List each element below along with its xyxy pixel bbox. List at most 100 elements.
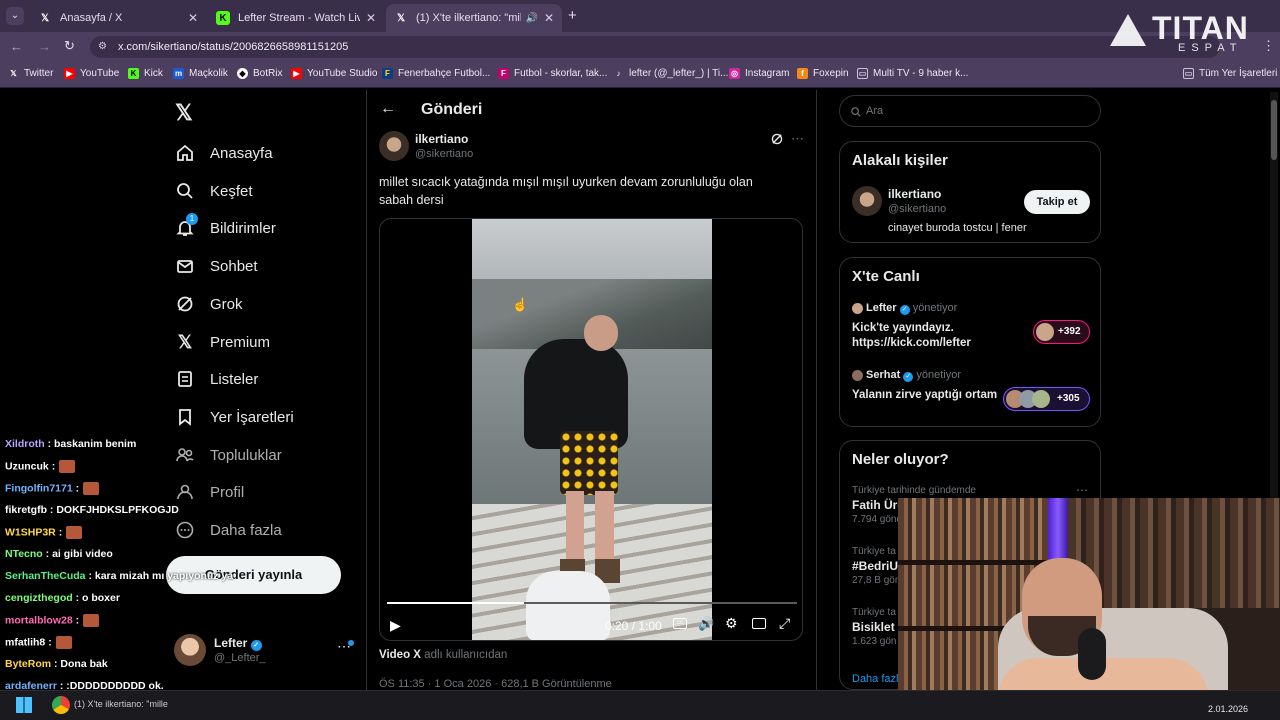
tab-kick[interactable]: K Lefter Stream - Watch Live on K ✕: [208, 4, 384, 32]
mackolik-icon: m: [173, 68, 184, 79]
all-bookmarks[interactable]: ▭ Tüm Yer İşaretleri: [1183, 68, 1277, 79]
picture-in-picture-icon[interactable]: [752, 618, 766, 629]
nav-messages[interactable]: Sohbet: [174, 255, 258, 277]
avatar[interactable]: [852, 186, 882, 216]
person-shorts: [560, 431, 618, 495]
nav-communities[interactable]: Topluluklar: [174, 444, 282, 466]
settings-gear-icon[interactable]: ⚙: [725, 615, 738, 632]
url-text: x.com/sikertiano/status/2006826658981151…: [118, 41, 349, 53]
page-title: Gönderi: [421, 101, 483, 118]
more-dots-icon[interactable]: ⋯: [1076, 483, 1088, 497]
post-avatar[interactable]: [379, 131, 409, 161]
fullscreen-icon[interactable]: ⤢: [779, 615, 790, 632]
nav-label: Grok: [210, 295, 243, 313]
nav-more[interactable]: Daha fazla: [174, 519, 282, 541]
tab-anasayfa[interactable]: 𝕏 Anasayfa / X ✕: [30, 4, 206, 32]
more-dots-icon[interactable]: ⋯: [791, 131, 804, 147]
nav-explore[interactable]: Keşfet: [174, 180, 253, 202]
follow-button[interactable]: Takip et: [1024, 190, 1090, 214]
nav-grok[interactable]: Grok: [174, 293, 243, 315]
nav-notifications[interactable]: 1 Bildirimler: [174, 213, 276, 239]
close-tab-icon[interactable]: ✕: [188, 11, 198, 25]
host-avatar: [852, 370, 863, 381]
emote-icon: [83, 482, 100, 495]
back-arrow-icon[interactable]: ←: [380, 100, 396, 118]
search-bar[interactable]: Ara: [839, 95, 1101, 127]
tab-x-post[interactable]: 𝕏 (1) X'te ilkertiano: "millet sı 🔊 ✕: [386, 4, 562, 32]
emote-icon: [66, 526, 83, 539]
scrollbar-thumb[interactable]: [1271, 100, 1277, 160]
bookmark-youtube-studio[interactable]: ▶ YouTube Studio: [291, 68, 377, 79]
video-player[interactable]: ▶ 0:20 / 1:00 cc 🔊 ⚙ ⤢: [379, 218, 803, 641]
related-handle: @sikertiano: [888, 203, 947, 215]
bookmark-multitv[interactable]: ▭ Multi TV - 9 haber k...: [857, 68, 968, 79]
bookmark-twitter[interactable]: 𝕏 Twitter: [8, 68, 53, 79]
bag-on-dock: [526, 571, 610, 640]
play-icon[interactable]: ▶: [390, 617, 401, 634]
tab-title: Lefter Stream - Watch Live on K: [238, 12, 360, 24]
tab-search-icon[interactable]: ⌄: [6, 7, 24, 25]
taskbar-window-label[interactable]: (1) X'te ilkertiano: "mille: [74, 699, 168, 709]
chat-text: : Dona bak: [54, 658, 108, 670]
chat-text: :: [75, 482, 80, 495]
host-line: Serhat ✓ yönetiyor: [866, 369, 961, 382]
related-name[interactable]: ilkertiano: [888, 187, 941, 201]
video-progress-track[interactable]: [387, 602, 797, 604]
flashscore-icon: F: [498, 68, 509, 79]
bookmark-botrix[interactable]: ◆ BotRix: [237, 68, 282, 79]
site-info-icon[interactable]: ⚙: [98, 36, 107, 58]
foxepin-icon: f: [797, 68, 808, 79]
bookmark-instagram[interactable]: ◎ Instagram: [729, 68, 789, 79]
close-tab-icon[interactable]: ✕: [366, 11, 376, 25]
x-logo-icon: 𝕏: [396, 12, 406, 24]
bookmark-mackolik[interactable]: m Maçkolik: [173, 68, 228, 79]
volume-icon[interactable]: 🔊: [698, 616, 714, 632]
bookmark-fenerbahce[interactable]: F Fenerbahçe Futbol...: [382, 68, 490, 79]
bookmark-tiktok[interactable]: ♪ lefter (@_lefter_) | Ti...: [613, 68, 729, 79]
nav-profile[interactable]: Profil: [174, 481, 244, 503]
mail-icon: [174, 255, 196, 277]
x-logo-icon[interactable]: 𝕏: [175, 100, 193, 126]
person-icon: [174, 481, 196, 503]
chat-text: : ai gibi video: [45, 548, 113, 560]
show-more-link[interactable]: Daha fazla: [852, 673, 905, 685]
nav-label: Keşfet: [210, 182, 253, 200]
new-tab-icon[interactable]: +: [568, 7, 577, 24]
bookmark-foxepin[interactable]: f Foxepin: [797, 68, 849, 79]
avatar: [1032, 390, 1050, 408]
watermark-subtitle: ESPAT: [1178, 42, 1243, 54]
bookmark-youtube[interactable]: ▶ YouTube: [64, 68, 119, 79]
nav-home[interactable]: Anasayfa: [174, 142, 273, 164]
post-author-handle[interactable]: @sikertiano: [415, 148, 473, 160]
forward-icon[interactable]: →: [38, 39, 51, 54]
video-source-name[interactable]: Video X: [379, 649, 421, 661]
close-tab-icon[interactable]: ✕: [544, 11, 554, 25]
bookmark-flashscore[interactable]: F Futbol - skorlar, tak...: [498, 68, 607, 79]
live-title: X'te Canlı: [852, 268, 920, 285]
captions-icon[interactable]: cc: [673, 618, 687, 629]
nav-bookmarks[interactable]: Yer İşaretleri: [174, 406, 294, 428]
live-item[interactable]: Serhat ✓ yönetiyor Yalanın zirve yaptığı…: [852, 369, 1092, 419]
back-icon[interactable]: ←: [10, 39, 23, 54]
grok-icon[interactable]: [770, 132, 784, 151]
listener-count: +305: [1057, 393, 1080, 404]
emote-icon: [55, 636, 72, 649]
folder-icon: ▭: [1183, 68, 1194, 79]
listener-pill: +392: [1033, 320, 1090, 344]
reload-icon[interactable]: ↻: [64, 38, 75, 54]
related-title: Alakalı kişiler: [852, 152, 948, 169]
audio-icon[interactable]: 🔊: [525, 13, 537, 24]
trend-context: Türkiye tarihinde gündemde: [852, 485, 976, 496]
address-bar[interactable]: ⚙ x.com/sikertiano/status/20068266589811…: [90, 36, 1220, 58]
account-switcher[interactable]: Lefter ✓ @_Lefter_ ⋯: [174, 634, 354, 670]
live-item[interactable]: Lefter ✓ yönetiyor Kick'te yayındayız. h…: [852, 302, 1092, 352]
nav-lists[interactable]: Listeler: [174, 368, 258, 390]
nav-premium[interactable]: 𝕏 Premium: [174, 331, 270, 353]
taskbar-chrome-icon[interactable]: [52, 696, 70, 714]
start-icon[interactable]: [16, 697, 32, 713]
list-icon: [174, 368, 196, 390]
kick-icon: K: [128, 68, 139, 79]
bookmark-kick[interactable]: K Kick: [128, 68, 163, 79]
listener-count: +392: [1058, 326, 1081, 337]
post-author-name[interactable]: ilkertiano: [415, 132, 468, 146]
